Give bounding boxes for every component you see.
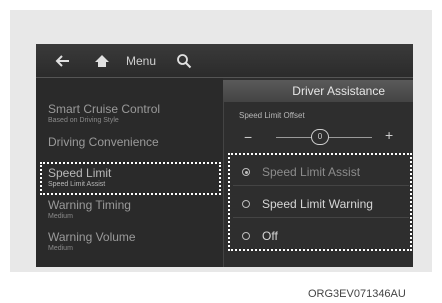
figure-caption: ORG3EV071346AU [308,288,406,300]
infotainment-screen: Menu Smart Cruise Control Based on Drivi… [36,44,413,267]
highlight-options-box [228,153,412,251]
menu-button[interactable]: Menu [126,54,156,68]
offset-increase-button[interactable]: + [385,128,393,142]
menu-item-warning-volume[interactable]: Warning Volume Medium [48,230,136,253]
offset-decrease-button[interactable]: − [244,130,252,144]
highlight-speed-limit-box [40,162,221,195]
menu-item-sub: Medium [48,213,73,220]
search-icon[interactable] [176,44,192,77]
menu-item-sub: Based on Driving Style [48,117,119,124]
menu-item-label: Warning Volume [48,230,136,244]
offset-slider-knob[interactable]: 0 [311,129,329,145]
menu-item-smart-cruise-control[interactable]: Smart Cruise Control Based on Driving St… [48,102,160,125]
menu-item-sub: Medium [48,245,73,252]
speed-limit-offset-label: Speed Limit Offset [239,111,305,120]
panel-divider [223,102,224,267]
menu-item-driving-convenience[interactable]: Driving Convenience [48,135,159,149]
menu-item-warning-timing[interactable]: Warning Timing Medium [48,198,131,221]
panel-title-bar: Driver Assistance [223,80,413,102]
menu-item-label: Driving Convenience [48,135,159,149]
top-bar: Menu [36,44,413,77]
back-arrow-icon[interactable] [54,44,70,77]
panel-title: Driver Assistance [292,84,385,98]
menu-item-label: Warning Timing [48,198,131,212]
home-icon[interactable] [94,44,110,77]
menu-item-label: Smart Cruise Control [48,102,161,116]
